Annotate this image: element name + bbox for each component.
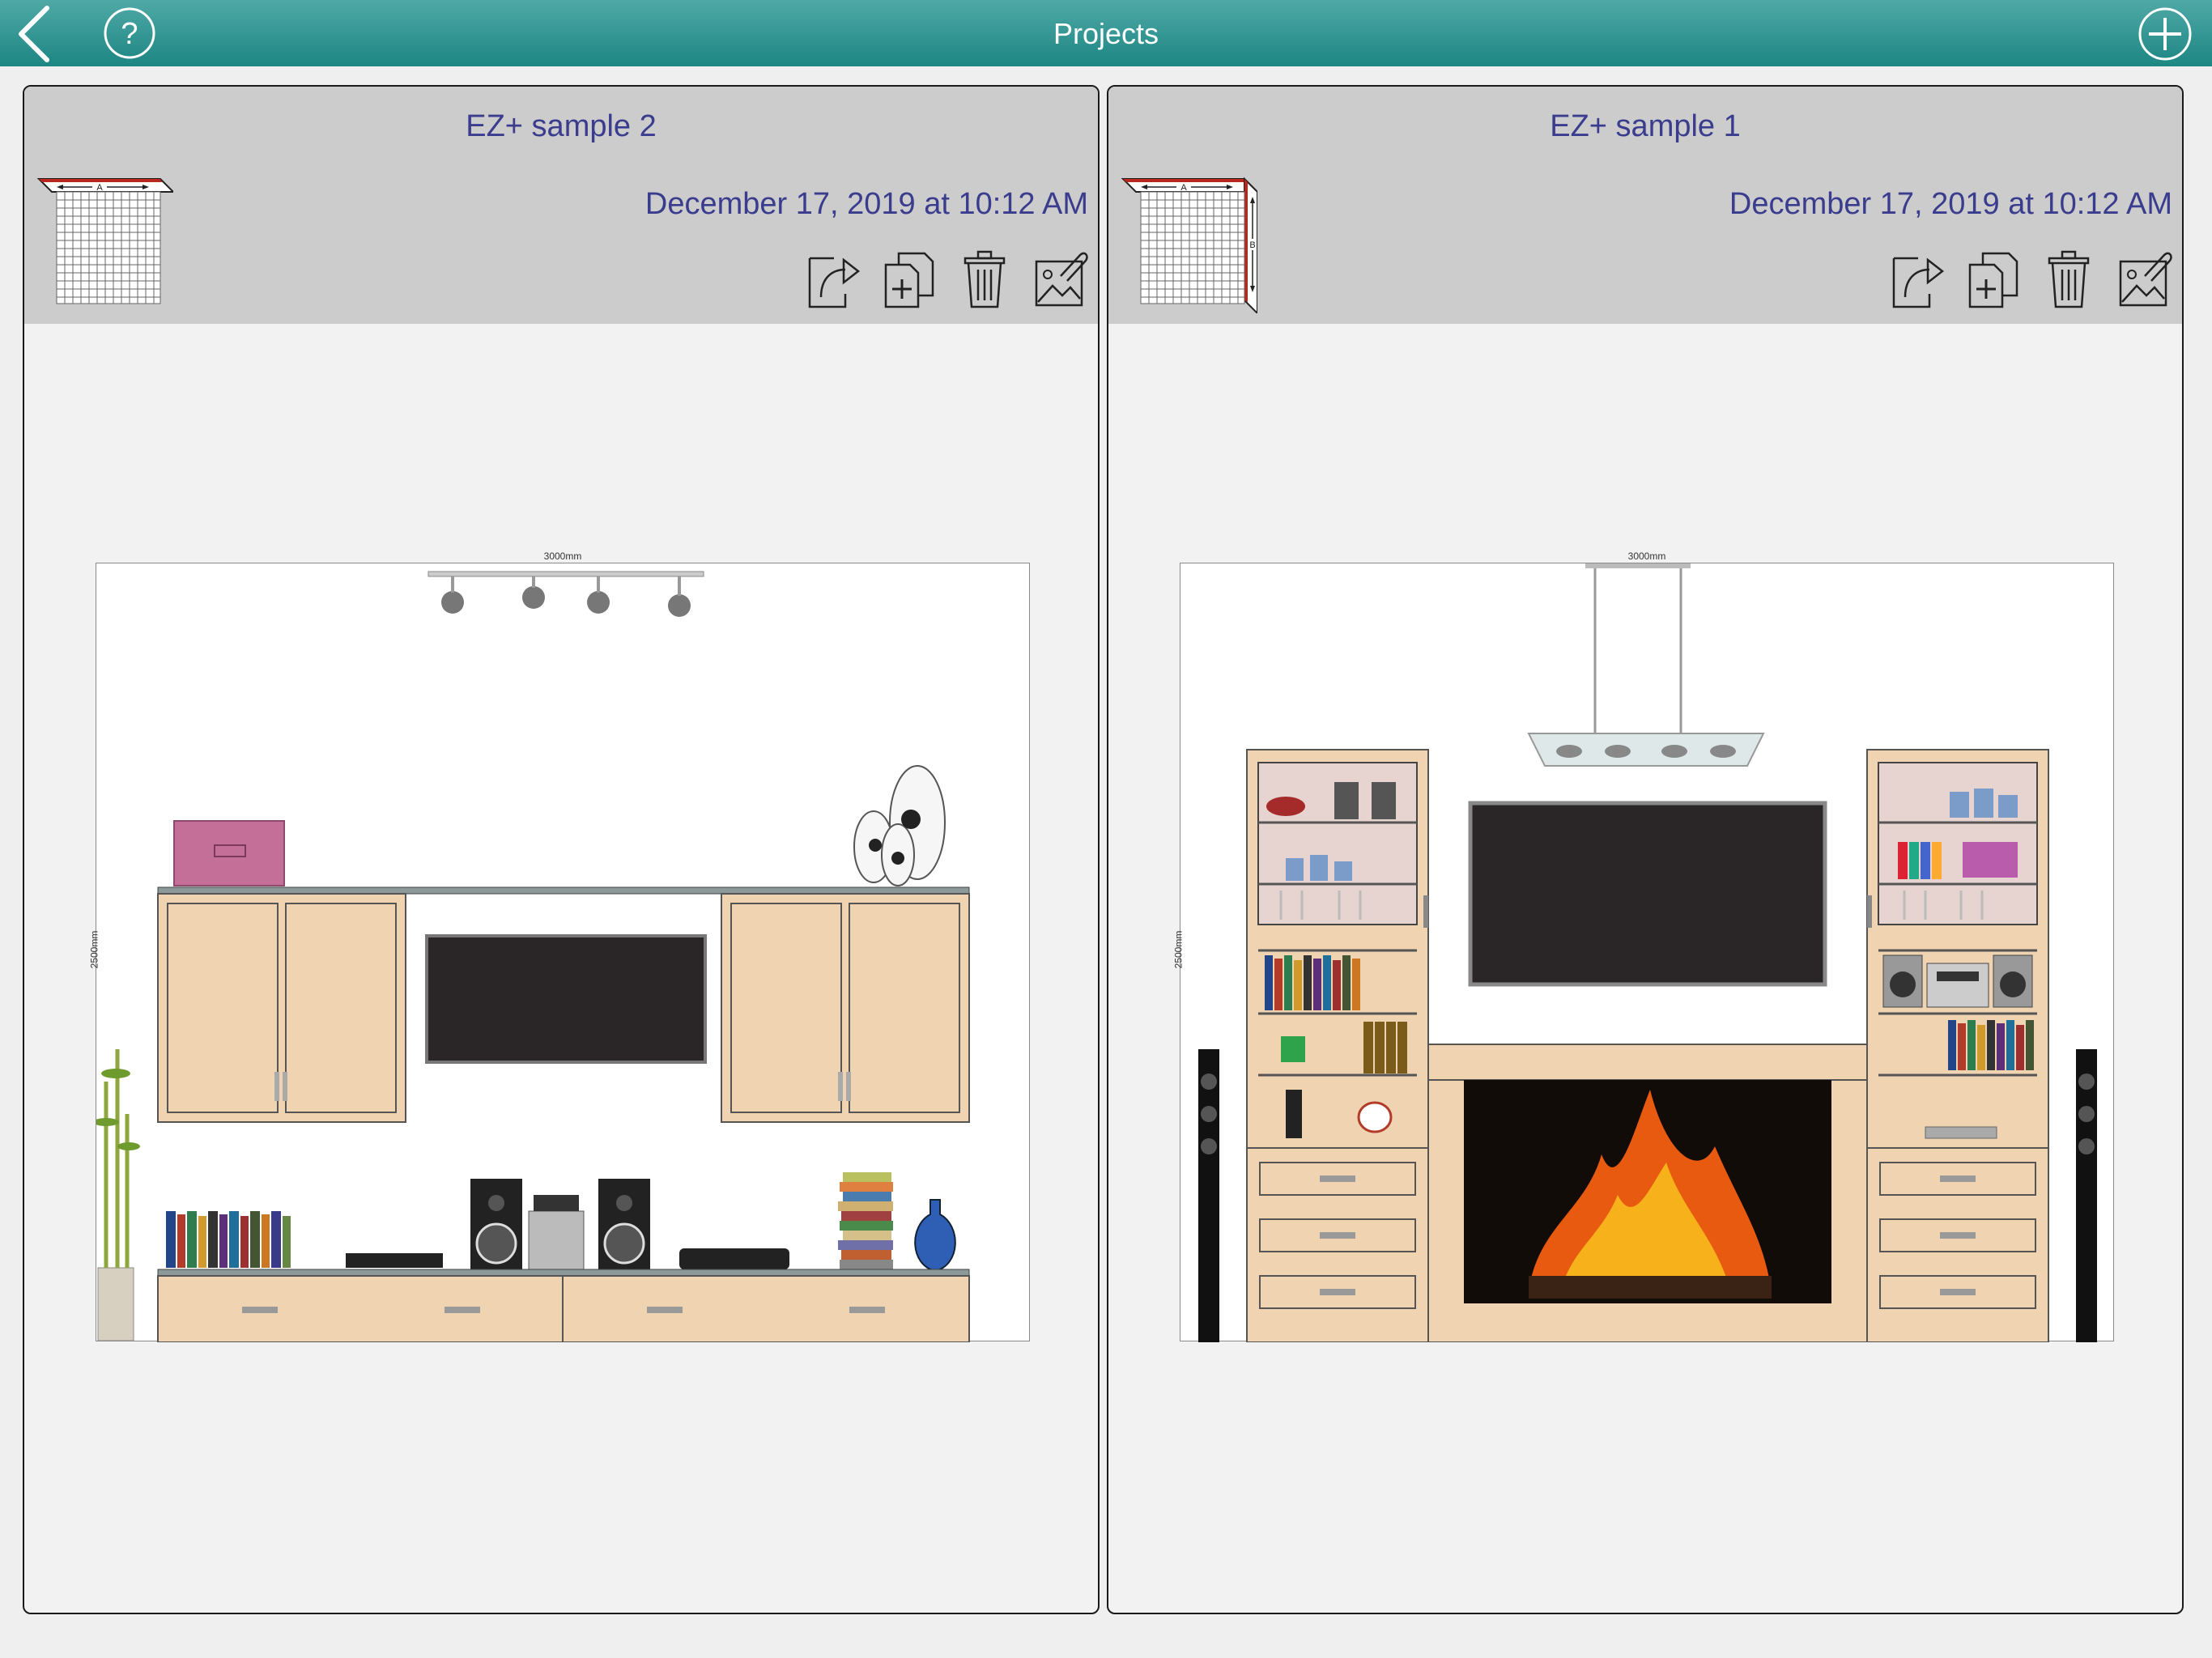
game-console-icon — [679, 1248, 789, 1269]
stacked-books-icon — [838, 1172, 893, 1269]
nav-bar: Projects ? — [0, 0, 2212, 66]
trash-icon[interactable] — [2041, 249, 2096, 310]
floor-speaker-left-icon — [1198, 1049, 1219, 1342]
project-card-header: EZ+ sample 2 December 17, 2019 at 10:12 … — [24, 87, 1098, 324]
image-attach-icon[interactable] — [2117, 249, 2172, 310]
storage-box-icon — [173, 820, 285, 886]
width-dimension-label: 3000mm — [1627, 551, 1666, 562]
tv-icon — [425, 934, 707, 1064]
duplicate-icon[interactable] — [881, 249, 936, 310]
bamboo-plant-icon — [96, 1049, 140, 1341]
share-icon[interactable] — [1889, 249, 1945, 310]
help-question-icon[interactable]: ? — [103, 6, 156, 60]
project-name: EZ+ sample 2 — [466, 109, 657, 143]
upper-cabinet-left — [157, 893, 406, 1123]
thumb-label-b: B — [1249, 240, 1255, 250]
project-preview[interactable]: 3000mm 2500mm — [88, 551, 1030, 1342]
project-card[interactable]: EZ+ sample 1 December 17, 2019 at 10:12 … — [1107, 85, 2184, 1614]
project-card[interactable]: EZ+ sample 2 December 17, 2019 at 10:12 … — [23, 85, 1100, 1614]
project-actions — [1889, 249, 2172, 315]
project-preview[interactable]: 3000mm 2500mm — [1172, 551, 2114, 1342]
blue-vase-icon — [914, 1199, 956, 1273]
fireplace-icon — [1427, 1044, 1868, 1342]
tv-icon — [1468, 801, 1827, 987]
share-icon[interactable] — [805, 249, 861, 310]
duplicate-icon[interactable] — [1965, 249, 2020, 310]
thumb-label-a: A — [1180, 183, 1187, 193]
storage-box-icon — [1963, 842, 2018, 878]
track-light-icon — [428, 571, 704, 617]
project-card-header: EZ+ sample 1 December 17, 2019 at 10:12 … — [1108, 87, 2182, 324]
pendant-light-icon — [1527, 563, 1765, 767]
width-dimension-label: 3000mm — [543, 551, 582, 562]
wall-elevation-drawing — [1198, 563, 2097, 1342]
svg-text:?: ? — [121, 17, 138, 51]
project-actions — [805, 249, 1088, 315]
project-name: EZ+ sample 1 — [1550, 109, 1741, 143]
page-title: Projects — [1053, 17, 1159, 50]
books-icon — [1948, 1020, 2034, 1070]
bookcase-right — [1866, 749, 2049, 1342]
phone-icon — [1286, 1090, 1302, 1138]
wall-elevation-drawing — [96, 571, 970, 1342]
tissue-box-icon — [1281, 1036, 1305, 1062]
books-icon — [166, 1211, 291, 1268]
project-date: December 17, 2019 at 10:12 AM — [1729, 187, 2172, 221]
add-plus-icon[interactable] — [2138, 6, 2193, 62]
corner-wall-thumbnail-icon: A B — [1121, 176, 1257, 313]
single-wall-thumbnail-icon: A — [36, 178, 173, 304]
bookcase-left — [1246, 749, 1429, 1342]
thumb-label-a: A — [96, 183, 103, 193]
dvd-player-icon — [346, 1253, 443, 1268]
stereo-system-icon — [1882, 954, 2033, 1008]
stereo-system-icon — [470, 1179, 650, 1270]
image-attach-icon[interactable] — [1033, 249, 1088, 310]
trash-icon[interactable] — [957, 249, 1012, 310]
vases-icon — [853, 765, 946, 886]
upper-cabinet-right — [721, 893, 970, 1123]
lower-cabinet — [157, 1269, 970, 1342]
floor-speaker-right-icon — [2076, 1049, 2097, 1342]
project-date: December 17, 2019 at 10:12 AM — [644, 187, 1088, 221]
dvd-player-icon — [1925, 1126, 1997, 1139]
back-chevron-icon[interactable] — [11, 5, 60, 63]
